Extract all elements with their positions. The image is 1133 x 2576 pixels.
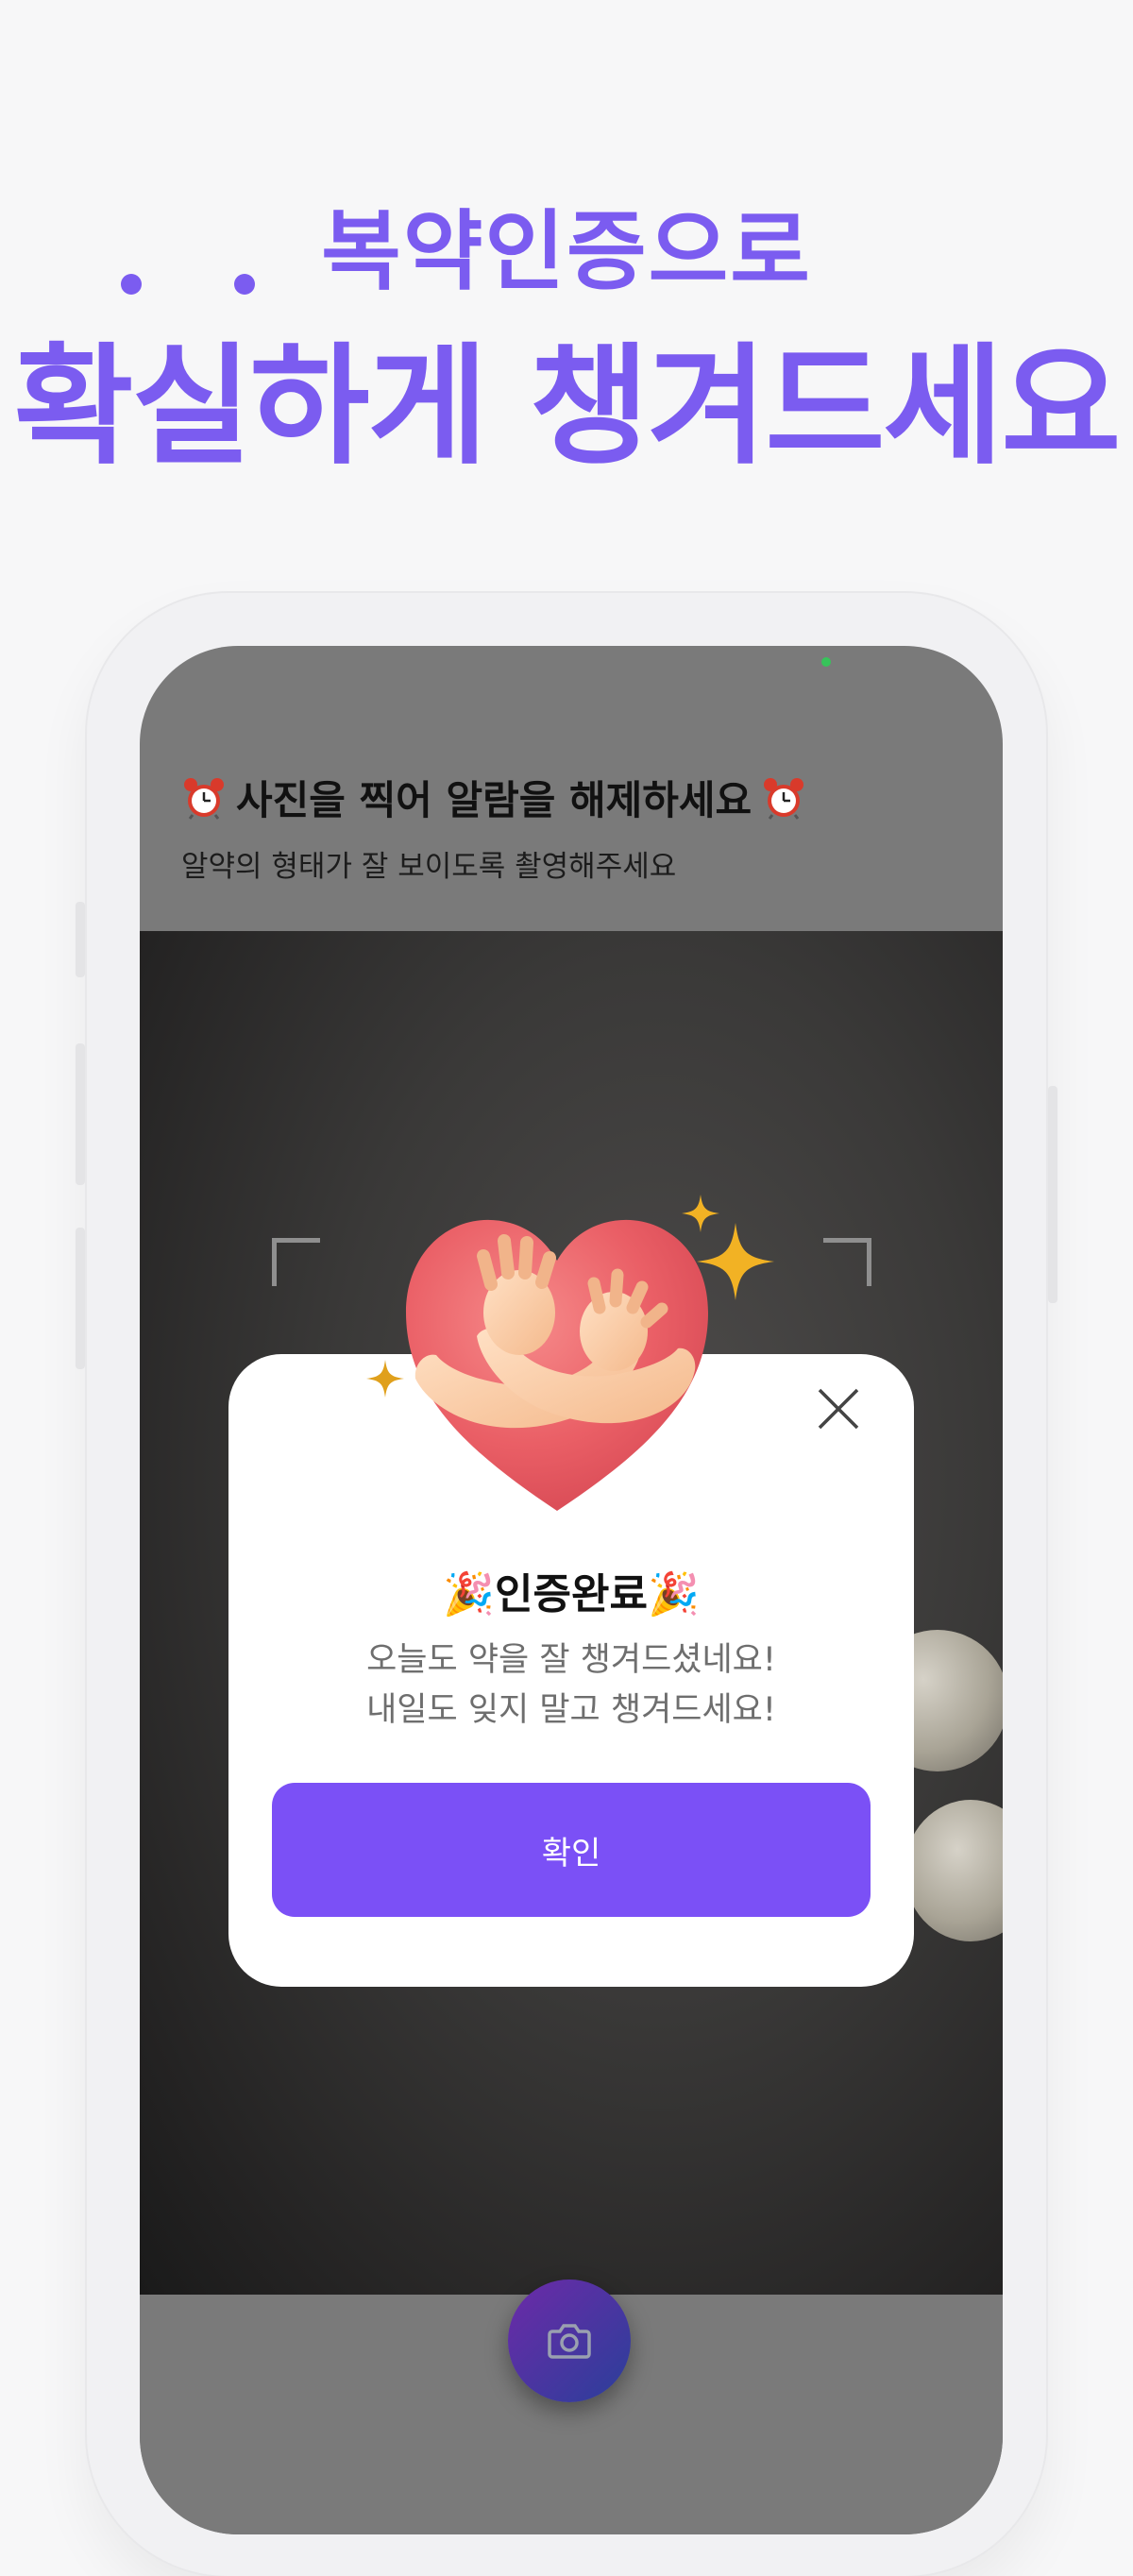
- shutter-button[interactable]: [508, 2279, 631, 2402]
- confirm-button[interactable]: 확인: [272, 1783, 871, 1917]
- front-camera-indicator: [821, 657, 831, 667]
- alarm-clock-icon: [764, 777, 804, 820]
- phone-side-button: [76, 902, 85, 977]
- phone-side-button: [76, 1043, 85, 1185]
- alarm-clock-icon: [184, 777, 224, 820]
- pill-image: [905, 1800, 1003, 1941]
- alarm-title: 사진을 찍어 알람을 해제하세요: [236, 777, 753, 823]
- viewfinder-corner-tr: [823, 1238, 871, 1286]
- dialog-title: 🎉인증완료🎉: [443, 1570, 700, 1618]
- dialog-message: 오늘도 약을 잘 챙겨드셨네요! 내일도 잊지 말고 챙겨드세요!: [228, 1635, 914, 1736]
- sparkle-icon: [697, 1223, 774, 1300]
- phone-side-button: [1048, 1086, 1057, 1303]
- phone-side-button: [76, 1228, 85, 1369]
- headline-subtitle: 복약인증으로: [321, 201, 812, 302]
- headline-title: 확실하게 챙겨드세요: [13, 330, 1122, 483]
- sparkle-icon: [366, 1360, 404, 1398]
- dialog-message-line: 내일도 잊지 말고 챙겨드세요!: [366, 1691, 776, 1729]
- emphasis-dot: [234, 274, 255, 295]
- alarm-subtitle: 알약의 형태가 잘 보이도록 촬영해주세요: [181, 850, 677, 884]
- sparkle-icon: [682, 1195, 719, 1232]
- emphasis-dot: [121, 274, 142, 295]
- viewfinder-corner-tl: [272, 1238, 320, 1286]
- dialog-message-line: 오늘도 약을 잘 챙겨드셨네요!: [366, 1641, 776, 1679]
- close-icon[interactable]: [812, 1382, 865, 1435]
- alarm-title-row: 사진을 찍어 알람을 해제하세요: [181, 769, 806, 826]
- camera-icon: [548, 2324, 591, 2359]
